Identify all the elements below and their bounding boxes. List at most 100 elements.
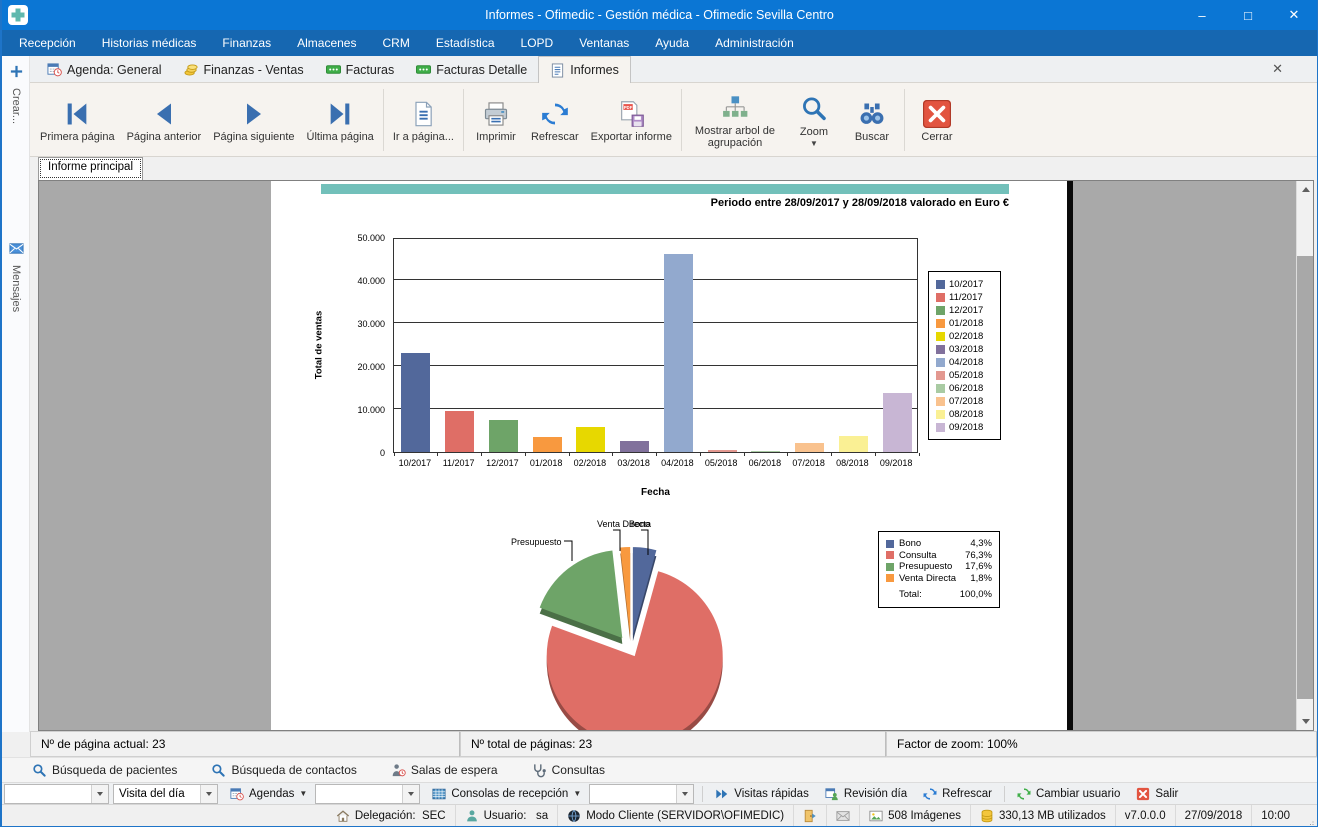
tab-finanzas-ventas[interactable]: Finanzas - Ventas	[173, 56, 315, 83]
pagina-siguiente-button[interactable]: Página siguiente	[207, 95, 300, 145]
refrescar-button[interactable]: Refrescar	[525, 95, 585, 145]
report-tab-informe-principal[interactable]: Informe principal	[38, 157, 143, 180]
footer-envelope-icon[interactable]	[826, 805, 859, 827]
menu-crm[interactable]: CRM	[369, 30, 422, 56]
mostrar-arbol-de-agrupacion-button[interactable]: Mostrar arbol de agrupación	[685, 89, 785, 151]
x-axis-tick	[481, 453, 482, 456]
legend-label: 05/2018	[949, 370, 983, 381]
menu-estadistica[interactable]: Estadística	[423, 30, 508, 56]
revision-dia-button[interactable]: Revisión día	[817, 784, 915, 804]
scroll-down-button[interactable]	[1297, 713, 1314, 730]
zoom-button[interactable]: Zoom▼	[785, 90, 843, 149]
dropdown-empty[interactable]	[315, 784, 420, 804]
status-total-pages: Nº total de páginas: 23	[460, 731, 886, 757]
rail-messages-button[interactable]: Mensajes	[2, 241, 30, 312]
report-toolbar: Primera páginaPágina anteriorPágina sigu…	[30, 83, 1317, 157]
busqueda-de-pacientes-button[interactable]: Búsqueda de pacientes	[32, 763, 177, 778]
day-review-icon	[825, 787, 839, 801]
consolas-de-recepcion-menu-button[interactable]: Consolas de recepción▼	[424, 784, 589, 804]
arrow-down-icon	[1302, 719, 1310, 724]
goto-page-icon	[409, 100, 437, 128]
ultima-pagina-button[interactable]: Última página	[301, 95, 380, 145]
tab-agenda-general[interactable]: Agenda: General	[36, 56, 173, 83]
primera-pagina-button[interactable]: Primera página	[34, 95, 121, 145]
dropdown-arrow-button[interactable]	[402, 785, 419, 803]
exportar-informe-button[interactable]: PDFExportar informe	[585, 95, 678, 145]
toolbar-button-label: Refrescar	[531, 131, 579, 143]
pie-legend-item: Consulta76,3%	[886, 550, 992, 562]
x-tick-label: 03/2018	[612, 458, 656, 468]
pie-legend-value: 1,8%	[970, 573, 992, 584]
user-icon	[465, 809, 479, 823]
tab-informes[interactable]: Informes	[538, 56, 631, 83]
menu-lopd[interactable]: LOPD	[508, 30, 567, 56]
menu-historias-medicas[interactable]: Historias médicas	[89, 30, 210, 56]
buscar-button[interactable]: Buscar	[843, 95, 901, 145]
legend-item: 08/2018	[936, 408, 996, 421]
chevron-down-icon: ▼	[299, 789, 307, 798]
minimize-button[interactable]: –	[1179, 0, 1225, 30]
scroll-up-button[interactable]	[1297, 181, 1314, 198]
menu-bar: RecepciónHistorias médicasFinanzasAlmace…	[2, 30, 1317, 56]
visitas-rapidas-button[interactable]: Visitas rápidas	[707, 784, 817, 804]
vertical-scrollbar[interactable]	[1296, 181, 1313, 730]
bar-01-2018	[533, 437, 562, 452]
legend-swatch	[886, 563, 894, 571]
footer-door-icon[interactable]	[793, 805, 826, 827]
x-tick-label: 10/2017	[393, 458, 437, 468]
maximize-button[interactable]: □	[1225, 0, 1271, 30]
footer-usuario: Usuario: sa	[455, 805, 558, 827]
rail-create-button[interactable]: Crear...	[2, 64, 30, 124]
menu-finanzas[interactable]: Finanzas	[209, 30, 284, 56]
salas-de-espera-button[interactable]: Salas de espera	[391, 763, 498, 778]
menu-button-label: Agendas	[249, 788, 294, 800]
legend-swatch	[936, 423, 945, 432]
x-axis-tick	[919, 453, 920, 456]
menu-almacenes[interactable]: Almacenes	[284, 30, 369, 56]
cambiar-usuario-button[interactable]: Cambiar usuario	[1009, 784, 1128, 804]
dropdown-arrow-button[interactable]	[91, 785, 108, 803]
legend-label: 06/2018	[949, 383, 983, 394]
legend-swatch	[936, 384, 945, 393]
consultas-button[interactable]: Consultas	[532, 763, 605, 778]
legend-item: 01/2018	[936, 317, 996, 330]
pagina-anterior-button[interactable]: Página anterior	[121, 95, 208, 145]
left-rail: Crear... Mensajes	[2, 56, 30, 732]
legend-label: 04/2018	[949, 357, 983, 368]
busqueda-de-contactos-button[interactable]: Búsqueda de contactos	[211, 763, 356, 778]
menu-recepcion[interactable]: Recepción	[6, 30, 89, 56]
report-header-band	[321, 184, 1009, 194]
refrescar-button[interactable]: Refrescar	[915, 784, 1000, 804]
legend-item: 12/2017	[936, 304, 996, 317]
tabstrip-close-icon[interactable]: ✕	[1272, 61, 1283, 77]
report-period-label: Periodo entre 28/09/2017 y 28/09/2018 va…	[711, 197, 1009, 209]
dropdown-arrow-button[interactable]	[676, 785, 693, 803]
title-bar: Informes - Ofimedic - Gestión médica - O…	[2, 0, 1317, 30]
tab-facturas[interactable]: Facturas	[315, 56, 406, 83]
toolbar-separator	[681, 89, 682, 151]
legend-swatch-spacer	[886, 591, 894, 599]
agenda-calendar-icon	[47, 62, 62, 77]
menu-ayuda[interactable]: Ayuda	[642, 30, 702, 56]
x-axis-tick	[787, 453, 788, 456]
ir-a-pagina-button[interactable]: Ir a página...	[387, 95, 460, 145]
agendas-menu-button[interactable]: Agendas ▼	[222, 784, 315, 804]
close-button[interactable]: ✕	[1271, 0, 1317, 30]
dropdown-visita-del-dia[interactable]: Visita del día	[113, 784, 218, 804]
chevron-down-icon	[408, 792, 414, 796]
menu-ventanas[interactable]: Ventanas	[566, 30, 642, 56]
report-tabstrip: Informe principal	[38, 157, 143, 180]
cerrar-button[interactable]: Cerrar	[908, 95, 966, 145]
salir-button[interactable]: Salir	[1128, 784, 1186, 804]
scrollbar-thumb[interactable]	[1297, 256, 1314, 699]
pie-legend-value: 17,6%	[965, 561, 992, 572]
dropdown-arrow-button[interactable]	[200, 785, 217, 803]
menu-administracion[interactable]: Administración	[702, 30, 807, 56]
tab-facturas-detalle[interactable]: Facturas Detalle	[405, 56, 538, 83]
dropdown-empty[interactable]	[4, 784, 109, 804]
gridline	[394, 279, 917, 280]
y-tick-label: 30.000	[331, 319, 385, 329]
resize-grip-icon[interactable]	[1306, 815, 1314, 823]
imprimir-button[interactable]: Imprimir	[467, 95, 525, 145]
dropdown-empty[interactable]	[589, 784, 694, 804]
